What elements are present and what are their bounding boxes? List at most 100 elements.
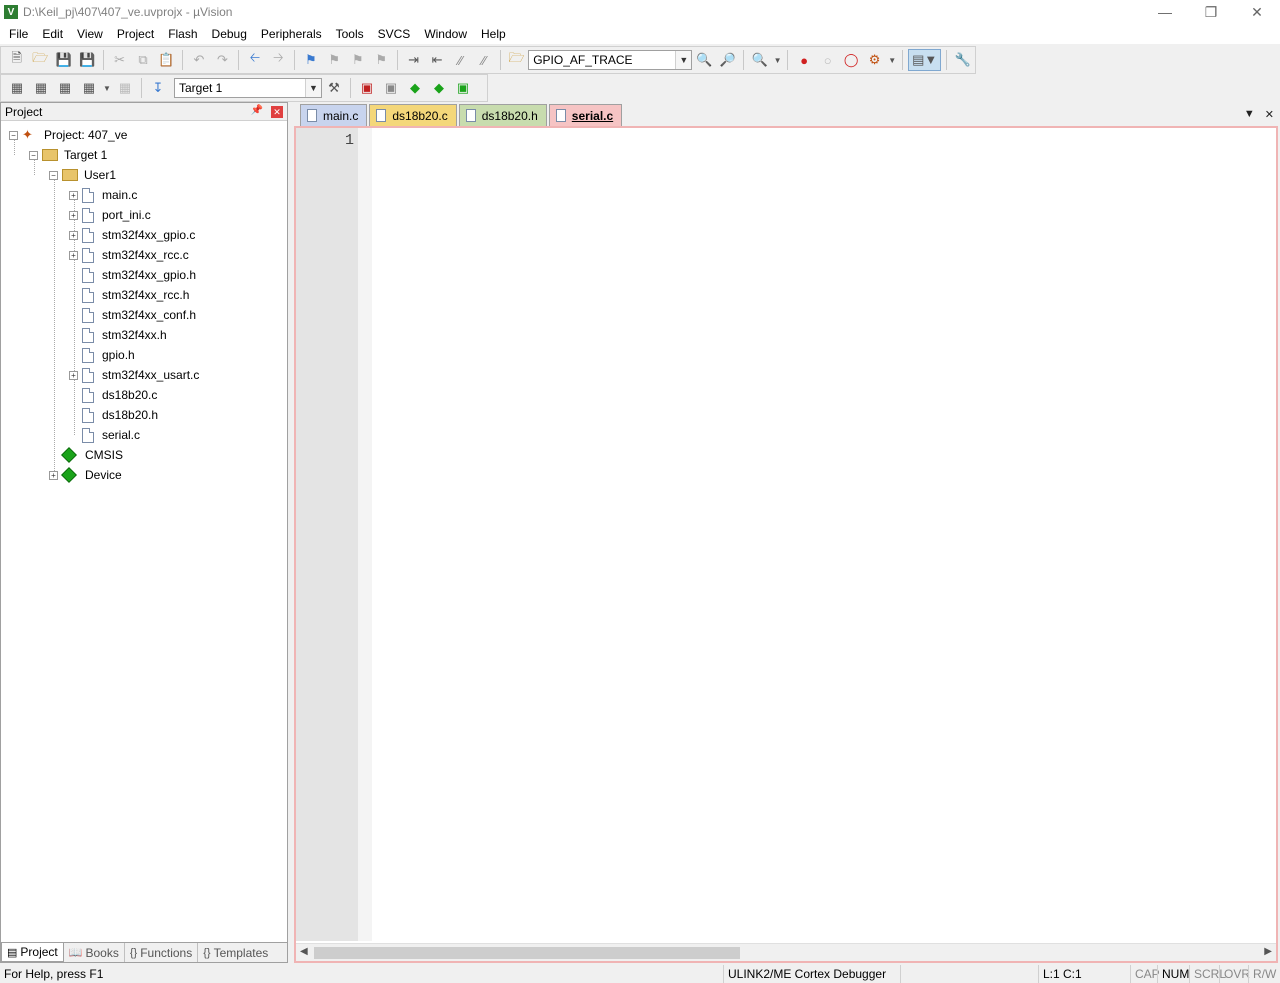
expand-icon[interactable]: +: [49, 470, 58, 480]
menu-edit[interactable]: Edit: [35, 24, 70, 44]
tree-component-cmsis[interactable]: CMSIS: [49, 445, 123, 465]
kill-breakpoints-icon[interactable]: ◯: [840, 49, 861, 71]
tree-file[interactable]: + stm32f4xx_gpio.c: [69, 225, 195, 245]
scrollbar-thumb[interactable]: [314, 947, 740, 959]
tree-root-project[interactable]: − ✦ Project: 407_ve: [9, 125, 127, 145]
redo-icon[interactable]: ↷: [212, 49, 233, 71]
tree-file[interactable]: stm32f4xx_gpio.h: [69, 265, 196, 285]
tab-functions[interactable]: {} Functions: [125, 943, 199, 962]
next-bookmark-icon[interactable]: ⚑: [347, 49, 368, 71]
dropdown-arrow-icon[interactable]: ▼: [773, 49, 783, 71]
tree-group[interactable]: − User1: [49, 165, 116, 185]
paste-icon[interactable]: 📋: [156, 49, 177, 71]
restore-button[interactable]: ❐: [1188, 0, 1234, 24]
manage-rte-icon[interactable]: ◆: [404, 77, 426, 99]
batch-build-icon[interactable]: ▦: [78, 77, 100, 99]
undo-icon[interactable]: ↶: [188, 49, 209, 71]
navigate-back-icon[interactable]: 🡠: [244, 49, 265, 71]
menu-tools[interactable]: Tools: [329, 24, 371, 44]
close-button[interactable]: ✕: [1234, 0, 1280, 24]
scroll-left-icon[interactable]: ◀: [300, 946, 308, 957]
incremental-find-icon[interactable]: 🔎: [717, 49, 738, 71]
pack-installer-icon[interactable]: ▣: [452, 77, 474, 99]
menu-flash[interactable]: Flash: [161, 24, 204, 44]
minimize-button[interactable]: —: [1142, 0, 1188, 24]
multi-project-icon[interactable]: ▣: [380, 77, 402, 99]
target-combo[interactable]: Target 1 ▼: [174, 78, 322, 98]
tab-project[interactable]: ▤ Project: [1, 943, 64, 962]
unindent-icon[interactable]: ⇤: [426, 49, 447, 71]
breakpoint-icon[interactable]: ●: [793, 49, 814, 71]
tree-file[interactable]: gpio.h: [69, 345, 135, 365]
cut-icon[interactable]: ✂: [109, 49, 130, 71]
expand-icon[interactable]: +: [69, 370, 78, 380]
tree-file[interactable]: + main.c: [69, 185, 137, 205]
find-icon[interactable]: 🔍: [693, 49, 714, 71]
menu-peripherals[interactable]: Peripherals: [254, 24, 329, 44]
translate-icon[interactable]: ▦: [6, 77, 28, 99]
disable-breakpoint-icon[interactable]: ○: [817, 49, 838, 71]
collapse-icon[interactable]: −: [9, 130, 18, 140]
expand-icon[interactable]: +: [69, 230, 78, 240]
editor-tab[interactable]: ds18b20.c: [369, 104, 457, 126]
expand-icon[interactable]: +: [69, 190, 78, 200]
horizontal-scrollbar[interactable]: ◀ ▶: [296, 943, 1276, 961]
rebuild-icon[interactable]: ▦: [54, 77, 76, 99]
close-icon[interactable]: ✕: [271, 106, 283, 118]
indent-icon[interactable]: ⇥: [403, 49, 424, 71]
expand-icon[interactable]: +: [69, 210, 78, 220]
menu-window[interactable]: Window: [417, 24, 474, 44]
collapse-icon[interactable]: −: [49, 170, 58, 180]
menu-help[interactable]: Help: [474, 24, 513, 44]
scroll-right-icon[interactable]: ▶: [1264, 946, 1272, 957]
build-icon[interactable]: ▦: [30, 77, 52, 99]
target-options-icon[interactable]: ⚒: [323, 77, 345, 99]
tab-templates[interactable]: {} Templates: [198, 943, 273, 962]
dropdown-arrow-icon[interactable]: ▼: [102, 77, 112, 99]
editor-tab-active[interactable]: serial.c: [548, 104, 623, 126]
select-software-packs-icon[interactable]: ◆: [428, 77, 450, 99]
find-in-files-icon[interactable]: 🗁: [506, 49, 527, 71]
menu-project[interactable]: Project: [110, 24, 161, 44]
tree-file[interactable]: + stm32f4xx_rcc.c: [69, 245, 189, 265]
save-all-icon[interactable]: 💾: [76, 49, 97, 71]
comment-icon[interactable]: ⁄⁄: [450, 49, 471, 71]
tree-file[interactable]: stm32f4xx.h: [69, 325, 167, 345]
close-tab-icon[interactable]: ✕: [1265, 108, 1274, 121]
menu-view[interactable]: View: [70, 24, 110, 44]
pin-icon[interactable]: 📌: [251, 105, 263, 116]
manage-project-items-icon[interactable]: ▣: [356, 77, 378, 99]
chevron-down-icon[interactable]: ▼: [675, 51, 692, 69]
configure-icon[interactable]: ⚙: [864, 49, 885, 71]
prev-bookmark-icon[interactable]: ⚑: [324, 49, 345, 71]
editor-tab[interactable]: main.c: [300, 104, 368, 126]
window-layout-icon[interactable]: ▤▼: [908, 49, 942, 71]
debug-session-icon[interactable]: 🔍: [749, 49, 770, 71]
tree-component-device[interactable]: + Device: [49, 465, 122, 485]
tab-books[interactable]: 📖 Books: [64, 943, 125, 962]
editor-tab[interactable]: ds18b20.h: [458, 104, 547, 126]
find-combo[interactable]: GPIO_AF_TRACE ▼: [528, 50, 693, 70]
menu-file[interactable]: File: [2, 24, 35, 44]
navigate-forward-icon[interactable]: 🡢: [268, 49, 289, 71]
open-file-icon[interactable]: 🗁: [29, 49, 50, 71]
tree-file[interactable]: ds18b20.h: [69, 405, 158, 425]
collapse-icon[interactable]: −: [29, 150, 38, 160]
tree-file[interactable]: stm32f4xx_conf.h: [69, 305, 196, 325]
wrench-icon[interactable]: 🔧: [952, 49, 973, 71]
menu-debug[interactable]: Debug: [205, 24, 254, 44]
tree-file[interactable]: + stm32f4xx_usart.c: [69, 365, 199, 385]
copy-icon[interactable]: ⧉: [132, 49, 153, 71]
new-file-icon[interactable]: 🗎: [6, 49, 27, 71]
code-editor[interactable]: 1 ◀ ▶: [294, 126, 1278, 963]
menu-svcs[interactable]: SVCS: [371, 24, 418, 44]
stop-build-icon[interactable]: ▦: [114, 77, 136, 99]
tree-file[interactable]: serial.c: [69, 425, 140, 445]
tree-file[interactable]: stm32f4xx_rcc.h: [69, 285, 189, 305]
tree-target[interactable]: − Target 1: [29, 145, 107, 165]
clear-bookmarks-icon[interactable]: ⚑: [370, 49, 391, 71]
tree-file[interactable]: + port_ini.c: [69, 205, 151, 225]
dropdown-arrow-icon[interactable]: ▼: [887, 49, 897, 71]
expand-icon[interactable]: +: [69, 250, 78, 260]
save-icon[interactable]: 💾: [53, 49, 74, 71]
